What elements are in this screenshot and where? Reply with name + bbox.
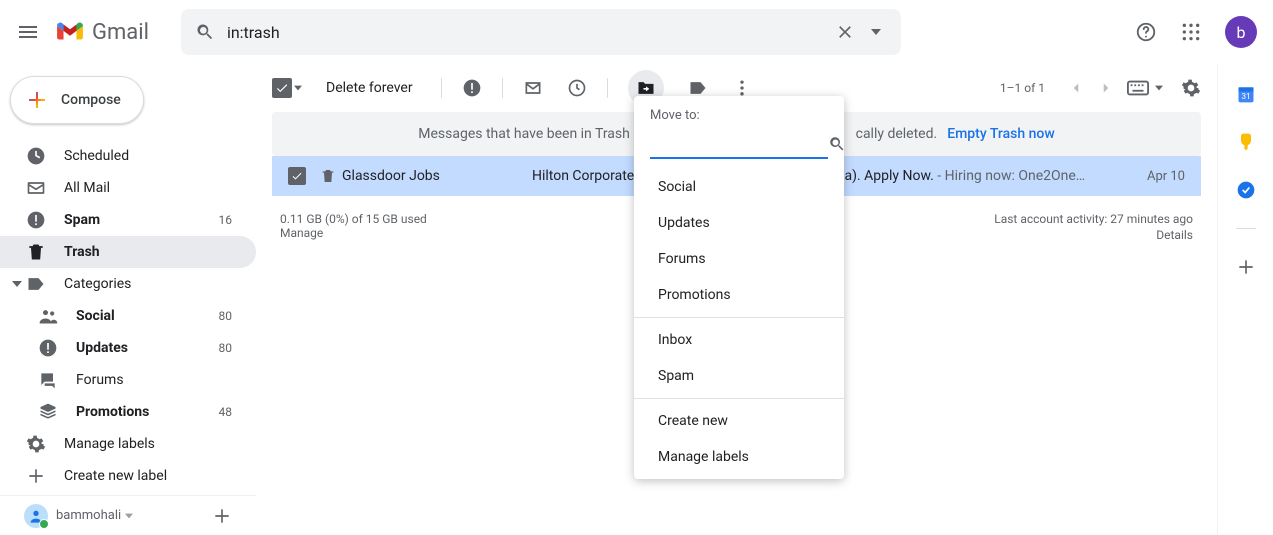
move-option-inbox[interactable]: Inbox <box>634 322 844 358</box>
account-activity-details-link[interactable]: Details <box>994 228 1193 242</box>
mark-unread-icon[interactable] <box>523 78 543 98</box>
compose-label: Compose <box>61 92 121 108</box>
move-option-manage-labels[interactable]: Manage labels <box>634 439 844 475</box>
storage-text: 0.11 GB (0%) of 15 GB used <box>280 212 427 226</box>
sidebar-item-scheduled[interactable]: Scheduled <box>0 140 256 172</box>
sidebar-item-trash[interactable]: Trash <box>0 236 256 268</box>
trash-icon <box>26 242 46 262</box>
settings-icon[interactable] <box>1181 78 1201 98</box>
search-icon <box>828 135 846 153</box>
move-option-create-new[interactable]: Create new <box>634 403 844 439</box>
empty-trash-link[interactable]: Empty Trash now <box>947 126 1055 142</box>
popup-search-input[interactable] <box>650 136 828 152</box>
plus-icon <box>26 466 46 486</box>
snooze-icon[interactable] <box>567 78 587 98</box>
get-addons-icon[interactable] <box>1236 257 1256 277</box>
row-sender: Glassdoor Jobs <box>342 168 532 184</box>
all-mail-icon <box>26 178 46 198</box>
sidebar-item-updates[interactable]: Updates 80 <box>0 332 256 364</box>
move-option-spam[interactable]: Spam <box>634 358 844 394</box>
spam-icon <box>26 210 46 230</box>
sidebar-item-social[interactable]: Social 80 <box>0 300 256 332</box>
popup-title: Move to: <box>634 108 844 131</box>
row-checkbox[interactable] <box>288 167 306 185</box>
caret-down-icon <box>12 279 22 289</box>
move-option-updates[interactable]: Updates <box>634 205 844 241</box>
search-bar[interactable] <box>181 9 901 55</box>
account-activity-text: Last account activity: 27 minutes ago <box>994 212 1193 226</box>
next-page-icon[interactable] <box>1097 79 1115 97</box>
clear-search-icon[interactable] <box>831 18 859 46</box>
delete-forever-button[interactable]: Delete forever <box>326 80 413 96</box>
search-input[interactable] <box>215 23 831 42</box>
sidebar-item-promotions[interactable]: Promotions 48 <box>0 396 256 428</box>
sidebar-item-all-mail[interactable]: All Mail <box>0 172 256 204</box>
gmail-logo[interactable]: Gmail <box>56 20 149 45</box>
pager-text: 1–1 of 1 <box>1000 81 1045 95</box>
prev-page-icon[interactable] <box>1067 79 1085 97</box>
trash-icon <box>320 168 336 184</box>
search-options-icon[interactable] <box>859 23 893 41</box>
social-icon <box>38 306 58 326</box>
forums-icon <box>38 370 58 390</box>
input-tools-dropdown-icon[interactable] <box>1155 84 1163 92</box>
tasks-addon-icon[interactable] <box>1236 180 1256 200</box>
menu-icon[interactable] <box>16 20 40 44</box>
hangouts-username: bammohali <box>56 508 121 523</box>
label-icon <box>26 274 46 294</box>
new-conversation-icon[interactable] <box>212 506 232 526</box>
support-icon[interactable] <box>1135 21 1157 43</box>
hangouts-avatar[interactable] <box>24 504 48 528</box>
apps-grid-icon[interactable] <box>1181 22 1201 42</box>
sidebar-item-create-label[interactable]: Create new label <box>0 460 256 492</box>
input-tools-icon[interactable] <box>1127 80 1149 96</box>
more-icon[interactable] <box>732 78 752 98</box>
row-date: Apr 10 <box>1147 169 1185 184</box>
move-to-popup: Move to: Social Updates Forums Promotion… <box>634 96 844 479</box>
sidebar-item-spam[interactable]: Spam 16 <box>0 204 256 236</box>
compose-button[interactable]: Compose <box>10 76 144 124</box>
move-option-social[interactable]: Social <box>634 169 844 205</box>
report-spam-icon[interactable] <box>462 78 482 98</box>
gear-icon <box>26 434 46 454</box>
labels-icon[interactable] <box>688 78 708 98</box>
sidebar-item-manage-labels[interactable]: Manage labels <box>0 428 256 460</box>
caret-down-icon[interactable] <box>125 512 133 520</box>
select-all-dropdown-icon[interactable] <box>294 84 302 92</box>
sidebar-item-forums[interactable]: Forums <box>0 364 256 396</box>
select-all-checkbox[interactable] <box>272 78 292 98</box>
move-option-forums[interactable]: Forums <box>634 241 844 277</box>
sidebar-item-categories[interactable]: Categories <box>0 268 256 300</box>
gmail-wordmark: Gmail <box>92 20 149 45</box>
account-avatar[interactable]: b <box>1225 16 1257 48</box>
scheduled-icon <box>26 146 46 166</box>
search-icon <box>195 22 215 42</box>
promotions-icon <box>38 402 58 422</box>
svg-text:31: 31 <box>1241 92 1250 102</box>
move-option-promotions[interactable]: Promotions <box>634 277 844 313</box>
manage-storage-link[interactable]: Manage <box>280 226 427 240</box>
updates-icon <box>38 338 58 358</box>
calendar-addon-icon[interactable]: 31 <box>1236 84 1256 104</box>
keep-addon-icon[interactable] <box>1236 132 1256 152</box>
